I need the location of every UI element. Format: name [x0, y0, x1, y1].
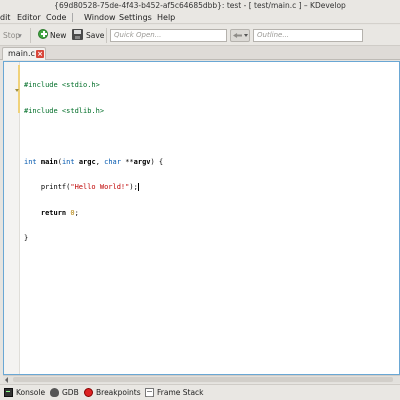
- new-icon[interactable]: [38, 29, 48, 39]
- menu-editor[interactable]: Editor: [17, 12, 41, 23]
- toolbar-separator: [30, 28, 31, 43]
- fold-arrow-icon[interactable]: [15, 89, 19, 92]
- menu-code[interactable]: Code: [46, 12, 66, 23]
- tool-view-bar: Konsole GDB Breakpoints Frame Stack: [0, 384, 400, 400]
- scrollbar-thumb[interactable]: [13, 377, 393, 382]
- horizontal-scrollbar[interactable]: [3, 375, 400, 383]
- menu-separator: [72, 13, 73, 22]
- context-browser-button[interactable]: [230, 29, 250, 42]
- breakpoints-label: Breakpoints: [96, 388, 141, 397]
- tab-main-c[interactable]: main.c ×: [2, 47, 46, 60]
- breakpoints-button[interactable]: Breakpoints: [84, 387, 141, 399]
- konsole-icon: [4, 388, 13, 397]
- menu-settings[interactable]: Settings: [119, 12, 152, 23]
- toolbar-separator: [106, 28, 107, 43]
- tab-label: main.c: [8, 49, 35, 58]
- code-line: #include <stdlib.h>: [24, 106, 105, 115]
- save-button[interactable]: Save: [86, 30, 104, 41]
- document-tab-bar: main.c ×: [0, 46, 400, 60]
- code-line: }: [24, 234, 29, 242]
- editor-gutter[interactable]: [4, 62, 20, 374]
- close-icon[interactable]: ×: [36, 50, 44, 58]
- frame-stack-icon: [145, 388, 154, 397]
- code-content[interactable]: #include <stdio.h> #include <stdlib.h> i…: [24, 64, 163, 260]
- breakpoint-icon: [84, 388, 93, 397]
- code-line: printf("Hello World!");: [24, 183, 139, 191]
- stop-dropdown-icon[interactable]: ▾: [18, 30, 22, 41]
- new-button[interactable]: New: [50, 30, 66, 41]
- menu-bar: dit Editor Code Window Settings Help: [0, 11, 400, 24]
- konsole-label: Konsole: [16, 388, 46, 397]
- menu-edit[interactable]: dit: [0, 12, 10, 23]
- menu-help[interactable]: Help: [157, 12, 175, 23]
- gdb-label: GDB: [62, 388, 79, 397]
- code-line: int main(int argc, char **argv) {: [24, 157, 164, 166]
- konsole-button[interactable]: Konsole: [4, 387, 46, 399]
- save-icon[interactable]: [72, 29, 83, 40]
- frame-stack-button[interactable]: Frame Stack: [145, 387, 205, 399]
- outline-input[interactable]: Outline...: [253, 29, 363, 42]
- quick-open-input[interactable]: Quick Open...: [110, 29, 227, 42]
- back-arrow-icon: [233, 33, 242, 38]
- window-title: {69d80528-75de-4f43-b452-af5c64685dbb}: …: [0, 0, 400, 11]
- code-line: return 0;: [40, 208, 79, 217]
- main-toolbar: Stop ▾ New Save Quick Open... Outline...: [0, 25, 400, 46]
- code-line: #include <stdio.h>: [24, 81, 100, 89]
- text-cursor: [137, 183, 139, 191]
- code-editor[interactable]: #include <stdio.h> #include <stdlib.h> i…: [3, 61, 400, 375]
- chevron-down-icon: [244, 34, 248, 37]
- gdb-icon: [50, 388, 59, 397]
- gdb-button[interactable]: GDB: [50, 387, 80, 399]
- menu-window[interactable]: Window: [84, 12, 116, 23]
- scroll-left-icon[interactable]: [5, 377, 8, 383]
- frame-stack-label: Frame Stack: [157, 388, 204, 397]
